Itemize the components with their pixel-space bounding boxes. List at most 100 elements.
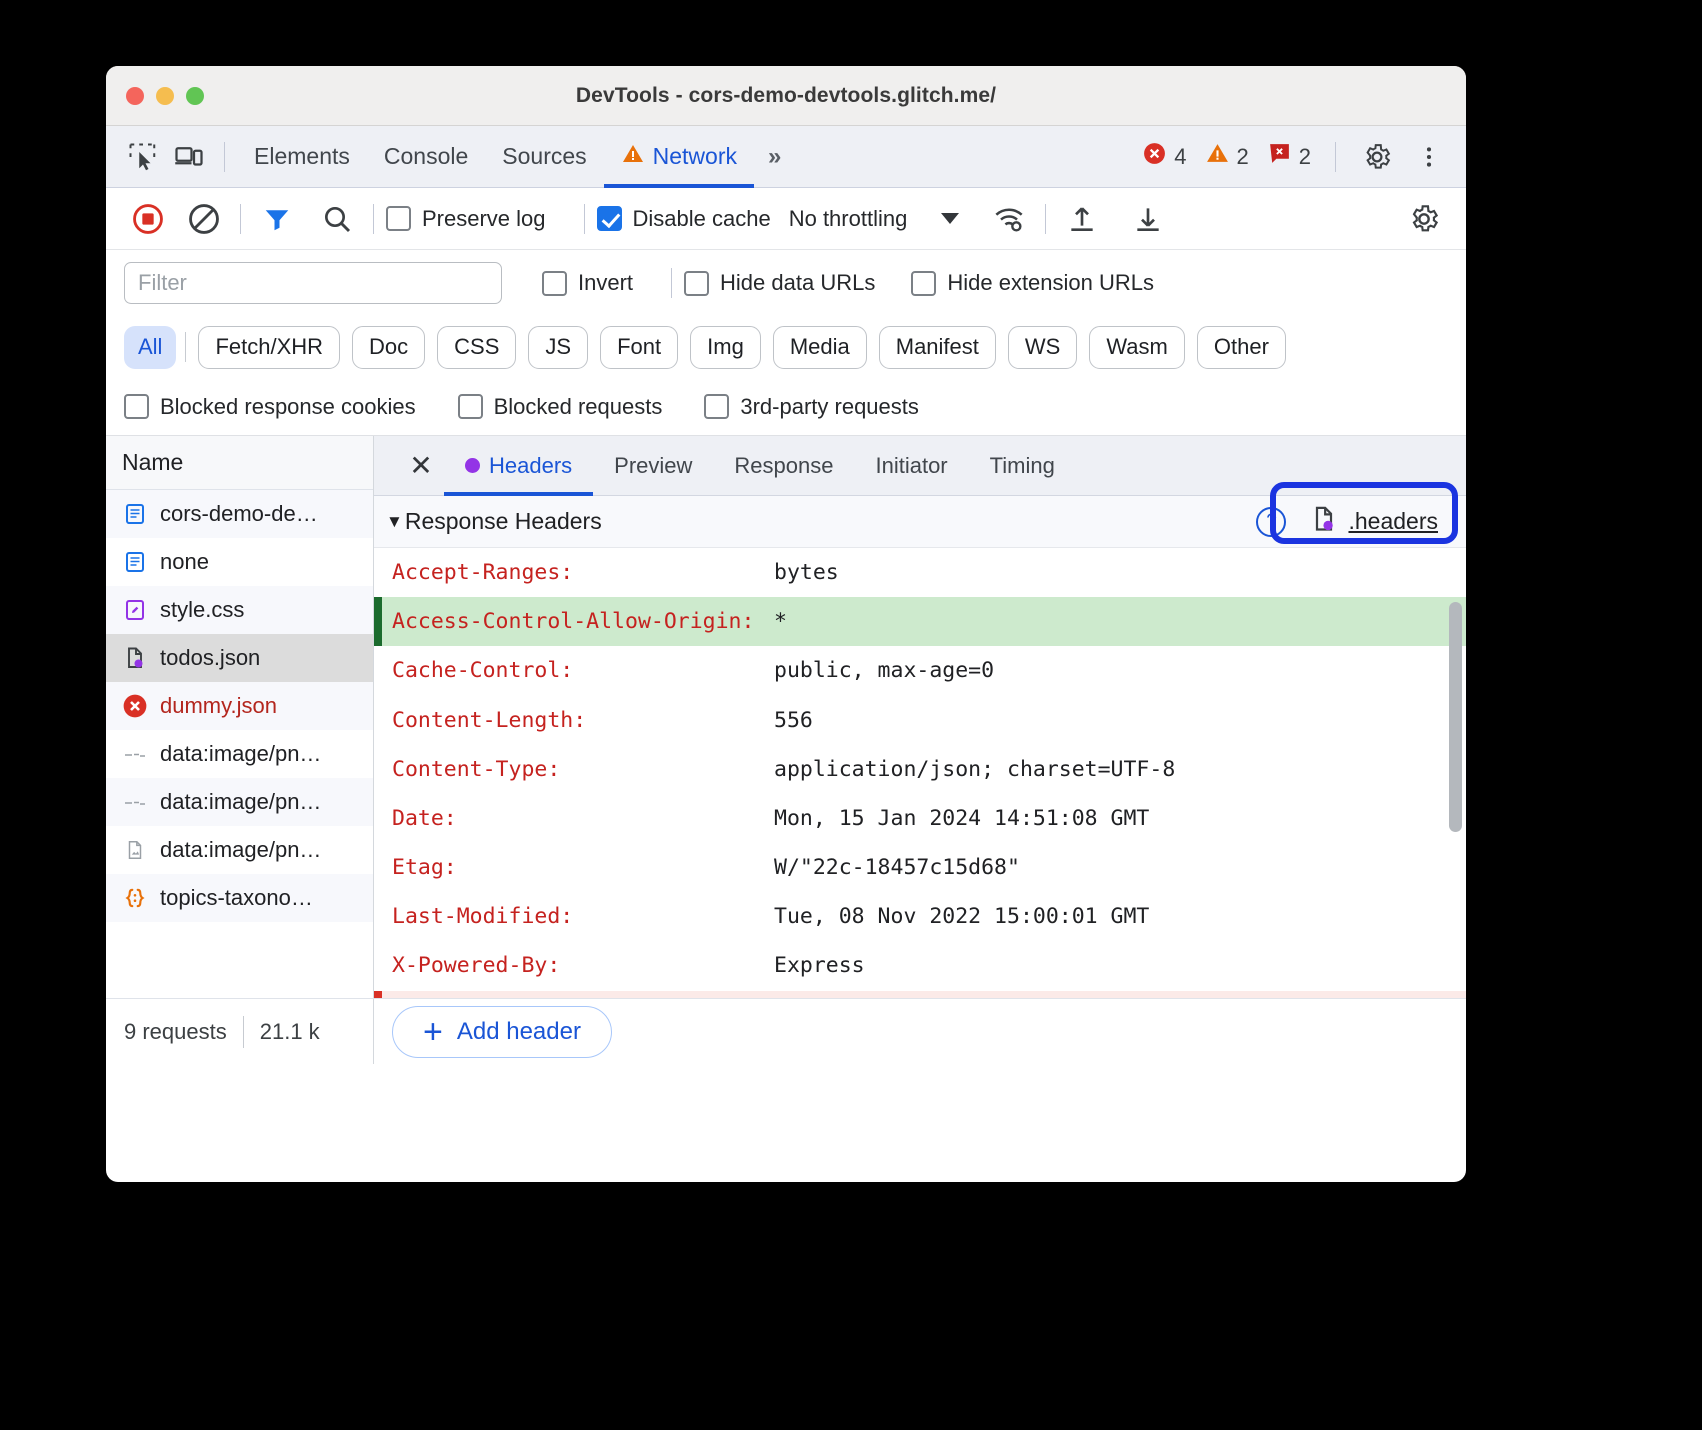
header-row[interactable]: Accept-Ranges: bytes [374, 548, 1466, 597]
third-party-requests-checkbox[interactable]: 3rd-party requests [704, 394, 919, 420]
tab-headers-label: Headers [489, 453, 572, 479]
list-item[interactable]: data:image/pn… [106, 730, 373, 778]
close-detail-icon[interactable]: ✕ [398, 449, 444, 482]
transferred-size: 21.1 k [260, 1019, 320, 1045]
blocked-response-cookies-box[interactable] [124, 394, 149, 419]
third-party-requests-box[interactable] [704, 394, 729, 419]
headers-scrollbar[interactable] [1449, 602, 1462, 832]
hide-extension-urls-box[interactable] [911, 271, 936, 296]
header-row[interactable]: Etag: W/"22c-18457c15d68" [374, 843, 1466, 892]
type-filter-ws[interactable]: WS [1008, 326, 1077, 369]
header-row[interactable]: Date: Mon, 15 Jan 2024 14:51:08 GMT [374, 794, 1466, 843]
expand-triangle-icon[interactable]: ▼ [386, 512, 403, 532]
tab-console[interactable]: Console [367, 126, 485, 188]
headers-override-label: .headers [1348, 508, 1438, 535]
tab-initiator[interactable]: Initiator [854, 436, 968, 496]
header-value[interactable]: public, max-age=0 [774, 655, 1466, 686]
tab-sources[interactable]: Sources [485, 126, 603, 188]
invert-checkbox[interactable]: Invert [542, 270, 633, 296]
invert-box[interactable] [542, 271, 567, 296]
tab-network[interactable]: Network [604, 126, 754, 188]
inspect-element-icon[interactable] [120, 134, 166, 180]
clear-icon[interactable] [180, 195, 228, 243]
header-value[interactable]: Tue, 08 Nov 2022 15:00:01 GMT [774, 901, 1466, 932]
error-counter[interactable]: 4 [1136, 141, 1192, 172]
header-row[interactable]: Content-Length: 556 [374, 696, 1466, 745]
device-toolbar-icon[interactable] [166, 134, 212, 180]
list-item-label: style.css [160, 597, 244, 623]
header-value[interactable]: Express [774, 950, 1466, 981]
blocked-requests-checkbox[interactable]: Blocked requests [458, 394, 663, 420]
request-count: 9 requests [124, 1019, 227, 1045]
type-filter-manifest[interactable]: Manifest [879, 326, 996, 369]
throttling-select[interactable]: No throttling [789, 206, 960, 232]
search-icon[interactable] [313, 195, 361, 243]
type-filter-fetch-xhr[interactable]: Fetch/XHR [198, 326, 340, 369]
preserve-log-checkbox[interactable]: Preserve log [386, 206, 546, 232]
header-row[interactable]: Cache-Control: public, max-age=0 [374, 646, 1466, 695]
disable-cache-box[interactable] [597, 206, 622, 231]
type-filter-img[interactable]: Img [690, 326, 761, 369]
list-item-todos-json[interactable]: todos.json [106, 634, 373, 682]
gear-icon[interactable] [1354, 134, 1400, 180]
tab-preview[interactable]: Preview [593, 436, 713, 496]
extra-filter-row: Blocked response cookies Blocked request… [106, 378, 1466, 436]
header-value[interactable]: 556 [774, 705, 1466, 736]
type-filter-media[interactable]: Media [773, 326, 867, 369]
filter-icon[interactable] [253, 195, 301, 243]
type-filter-css[interactable]: CSS [437, 326, 516, 369]
hide-extension-urls-checkbox[interactable]: Hide extension URLs [911, 270, 1154, 296]
header-value[interactable]: Mon, 15 Jan 2024 14:51:08 GMT [774, 803, 1466, 834]
tab-response[interactable]: Response [713, 436, 854, 496]
header-row[interactable]: X-Powered-By: Express [374, 941, 1466, 990]
headers-override-badge[interactable]: .headers [1302, 501, 1450, 542]
list-item[interactable]: none [106, 538, 373, 586]
header-value[interactable]: bytes [774, 557, 1466, 588]
type-filter-other[interactable]: Other [1197, 326, 1286, 369]
type-filter-wasm[interactable]: Wasm [1089, 326, 1185, 369]
header-row[interactable]: Last-Modified: Tue, 08 Nov 2022 15:00:01… [374, 892, 1466, 941]
export-har-icon[interactable] [1124, 195, 1172, 243]
devtools-window: DevTools - cors-demo-devtools.glitch.me/… [106, 66, 1466, 1182]
tab-elements[interactable]: Elements [237, 126, 367, 188]
import-har-icon[interactable] [1058, 195, 1106, 243]
list-item[interactable]: style.css [106, 586, 373, 634]
override-file-icon [1310, 505, 1338, 538]
header-row[interactable]: Content-Type: application/json; charset=… [374, 745, 1466, 794]
blocked-response-cookies-label: Blocked response cookies [160, 394, 416, 420]
list-item[interactable]: topics-taxono… [106, 874, 373, 922]
header-row-removed[interactable]: Header-Name: header value i [374, 991, 1466, 998]
filter-input[interactable] [124, 262, 502, 304]
tab-timing[interactable]: Timing [969, 436, 1076, 496]
header-value[interactable]: W/"22c-18457c15d68" [774, 852, 1466, 883]
blocked-requests-box[interactable] [458, 394, 483, 419]
record-stop-icon[interactable] [124, 195, 172, 243]
blocked-response-cookies-checkbox[interactable]: Blocked response cookies [124, 394, 416, 420]
type-filter-divider [185, 332, 186, 362]
disable-cache-checkbox[interactable]: Disable cache [597, 206, 771, 232]
issue-counter[interactable]: 2 [1261, 141, 1317, 172]
list-item[interactable]: data:image/pn… [106, 826, 373, 874]
list-item-dummy-json[interactable]: dummy.json [106, 682, 373, 730]
tab-headers[interactable]: Headers [444, 436, 593, 496]
network-settings-gear-icon[interactable] [1400, 195, 1448, 243]
list-item[interactable]: data:image/pn… [106, 778, 373, 826]
hide-data-urls-box[interactable] [684, 271, 709, 296]
warning-counter[interactable]: 2 [1199, 141, 1255, 172]
header-value[interactable]: * [774, 606, 1466, 637]
request-list-column-header[interactable]: Name [106, 436, 373, 490]
type-filter-all[interactable]: All [124, 326, 176, 369]
hide-data-urls-checkbox[interactable]: Hide data URLs [684, 270, 875, 296]
kebab-menu-icon[interactable] [1406, 134, 1452, 180]
list-item[interactable]: cors-demo-de… [106, 490, 373, 538]
add-header-button[interactable]: + Add header [392, 1006, 612, 1058]
more-tabs-button[interactable]: » [754, 143, 792, 171]
header-value[interactable]: application/json; charset=UTF-8 [774, 754, 1466, 785]
preserve-log-box[interactable] [386, 206, 411, 231]
type-filter-doc[interactable]: Doc [352, 326, 425, 369]
help-icon[interactable]: ? [1256, 507, 1286, 537]
type-filter-js[interactable]: JS [528, 326, 588, 369]
type-filter-font[interactable]: Font [600, 326, 678, 369]
wifi-settings-icon[interactable] [985, 195, 1033, 243]
header-row[interactable]: Access-Control-Allow-Origin: * [374, 597, 1466, 646]
